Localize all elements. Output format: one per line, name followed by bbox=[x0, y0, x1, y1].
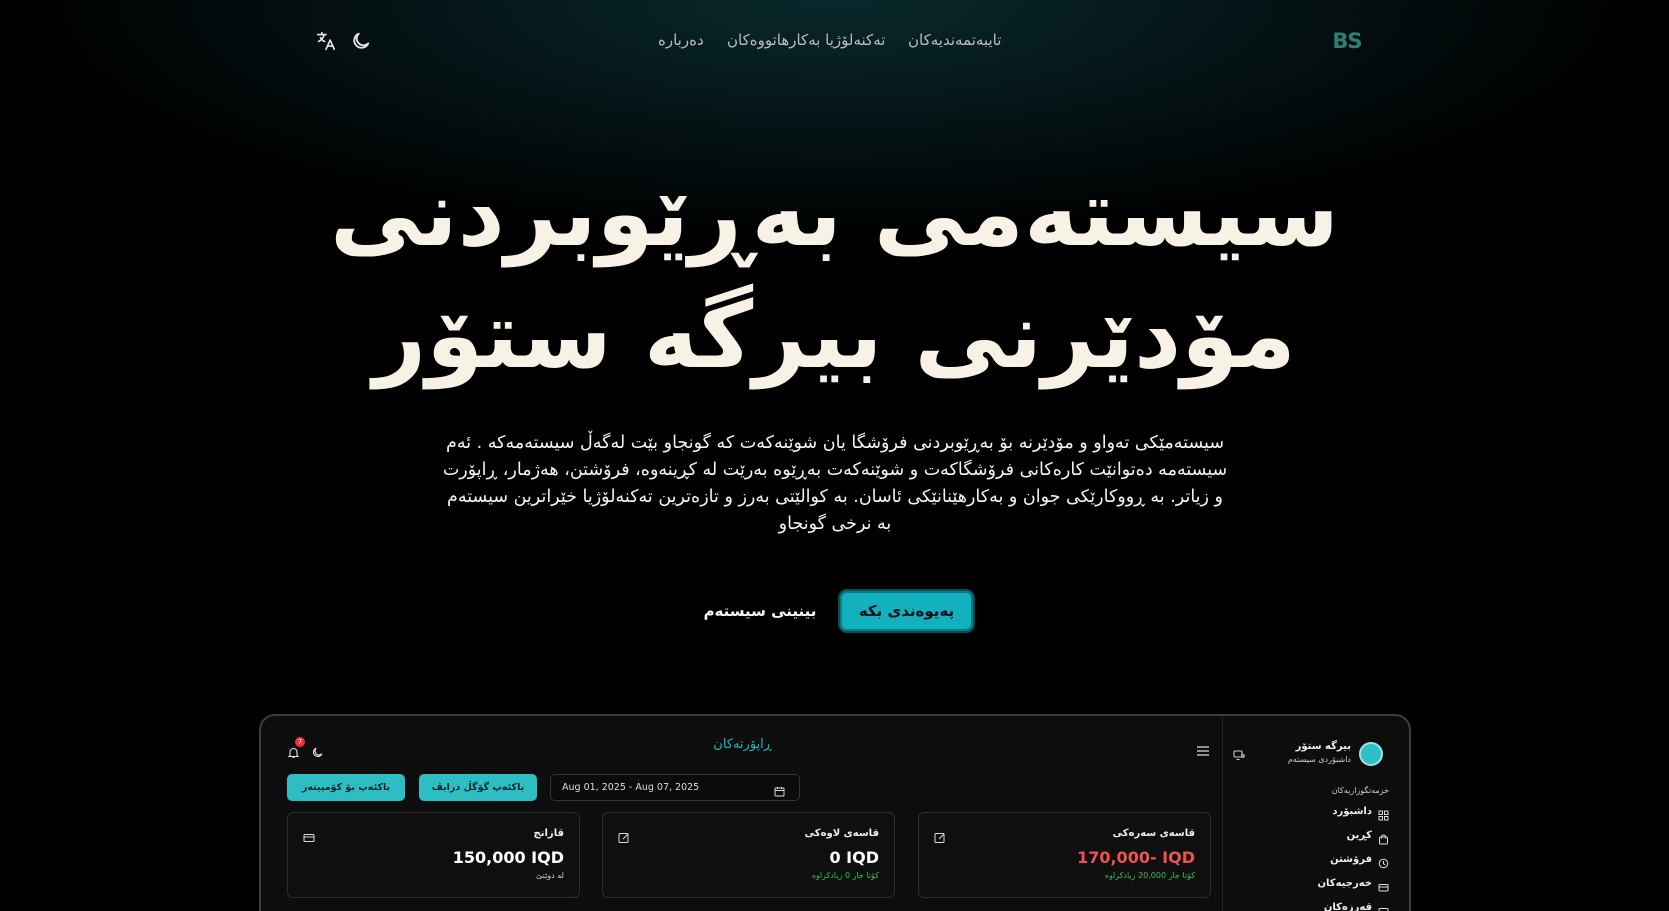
card-title: قازانج bbox=[533, 828, 564, 839]
moon-icon[interactable] bbox=[350, 30, 372, 52]
view-system-button[interactable]: بینینی سیستەم bbox=[700, 599, 820, 623]
hero-title-line-2: مۆدێرنی بیرگە ستۆر bbox=[373, 282, 1296, 389]
card-note: کۆتا جار 20,000 زیادکراوە bbox=[1104, 871, 1195, 880]
stat-card-main-cashbox: قاسەی سەرەکی 170,000- IQD کۆتا جار 20,00… bbox=[918, 812, 1211, 898]
card-title: قاسەی سەرەکی bbox=[1112, 828, 1195, 839]
sidebar-item-label: کڕین bbox=[1346, 830, 1372, 841]
brand-name: بیرگە ستۆر bbox=[1295, 741, 1351, 752]
card-value: 150,000 IQD bbox=[452, 848, 564, 867]
card-value: 170,000- IQD bbox=[1077, 848, 1195, 867]
card-note: لە دوێنێ bbox=[535, 871, 564, 880]
edit-icon[interactable] bbox=[618, 829, 630, 843]
date-range-text: Aug 01, 2025 - Aug 07, 2025 bbox=[562, 782, 700, 793]
backup-computer-button[interactable]: باکئەپ بۆ کۆمپیتەر bbox=[287, 774, 405, 801]
calendar-icon bbox=[774, 782, 785, 797]
card-title: قاسەی لاوەکی bbox=[804, 828, 879, 839]
preview-page-title: ڕاپۆرتەکان bbox=[713, 737, 772, 752]
stat-card-profit: قازانج 150,000 IQD لە دوێنێ bbox=[287, 812, 580, 898]
sidebar-item-dashboard[interactable]: داشبۆرد bbox=[1332, 801, 1389, 821]
sidebar-item-label: خەرجیەکان bbox=[1317, 878, 1373, 889]
bag-icon bbox=[1378, 830, 1389, 845]
sidebar-item-purchase[interactable]: کڕین bbox=[1346, 825, 1389, 845]
sidebar-section-label: خزمەتگوزاریەکان bbox=[1331, 786, 1389, 795]
hero-title-line-1: سیستەمی بەڕێوبردنی bbox=[330, 160, 1339, 267]
sidebar-item-label: قەرزەکان bbox=[1323, 902, 1372, 911]
wallet-icon bbox=[1378, 902, 1389, 911]
brand-subtitle: داشبۆردی سیستەم bbox=[1287, 755, 1351, 764]
stat-card-secondary-cashbox: قاسەی لاوەکی 0 IQD کۆتا جار 0 زیادکراوە bbox=[602, 812, 895, 898]
notification-badge: 7 bbox=[295, 737, 305, 747]
grid-icon bbox=[1378, 806, 1389, 821]
dashboard-preview: بیرگە ستۆر داشبۆردی سیستەم خزمەتگوزاریەک… bbox=[259, 714, 1411, 911]
edit-icon[interactable] bbox=[934, 829, 946, 843]
nav-link-technologies[interactable]: تەکنەلۆژیا بەکارهاتووەکان bbox=[727, 30, 885, 50]
sidebar-item-label: داشبۆرد bbox=[1332, 806, 1372, 817]
preview-main: ڕاپۆرتەکان 7 باکئەپ بۆ کۆمپیتەر باکئەپ گ… bbox=[261, 716, 1224, 911]
card-icon bbox=[303, 829, 315, 842]
backup-drive-button[interactable]: باکئەپ گۆگڵ درایڤ bbox=[419, 774, 537, 801]
preview-sidebar: بیرگە ستۆر داشبۆردی سیستەم خزمەتگوزاریەک… bbox=[1222, 716, 1409, 911]
top-nav: BS تایبەتمەندیەکان تەکنەلۆژیا بەکارهاتوو… bbox=[0, 0, 1669, 82]
contact-button[interactable]: پەیوەندی بکە bbox=[838, 589, 975, 633]
card-icon bbox=[1378, 878, 1389, 892]
brand-avatar bbox=[1359, 742, 1383, 766]
site-logo[interactable]: BS bbox=[1330, 28, 1364, 54]
monitor-icon[interactable] bbox=[1233, 746, 1245, 761]
menu-icon[interactable] bbox=[1196, 742, 1210, 756]
translate-icon[interactable] bbox=[315, 30, 337, 52]
sidebar-item-sales[interactable]: فرۆشتن bbox=[1330, 849, 1389, 869]
card-note: کۆتا جار 0 زیادکراوە bbox=[811, 871, 879, 880]
card-value: 0 IQD bbox=[829, 848, 879, 867]
sidebar-item-label: فرۆشتن bbox=[1330, 854, 1372, 865]
sidebar-item-debts[interactable]: قەرزەکان bbox=[1324, 897, 1389, 911]
nav-link-about[interactable]: دەربارە bbox=[658, 30, 704, 50]
date-range-picker[interactable]: Aug 01, 2025 - Aug 07, 2025 bbox=[550, 774, 800, 801]
hero-subtitle: سیستەمێکی تەواو و مۆدێرنە بۆ بەڕێوبردنی … bbox=[442, 433, 1228, 534]
nav-link-features[interactable]: تایبەتمەندیەکان bbox=[908, 30, 1001, 50]
sidebar-item-expenses[interactable]: خەرجیەکان bbox=[1317, 873, 1390, 892]
moon-icon[interactable] bbox=[311, 744, 324, 758]
clock-icon bbox=[1378, 854, 1389, 869]
